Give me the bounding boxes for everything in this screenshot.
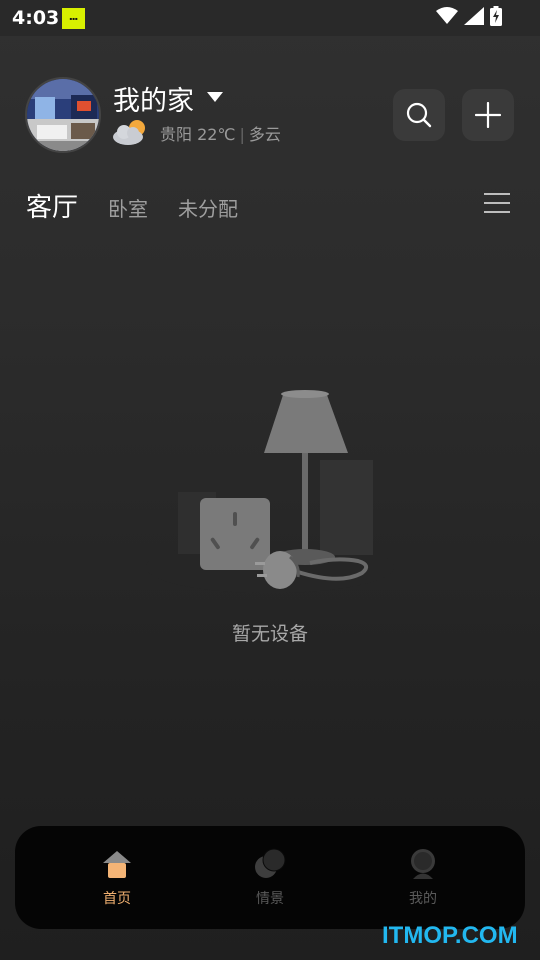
home-avatar[interactable] [25,77,101,153]
tab-living-room[interactable]: 客厅 [26,187,78,224]
notification-app-icon: ▪▪▪ [62,8,85,29]
nav-scene[interactable]: 情景 [230,848,310,908]
search-icon [406,102,432,128]
tab-bedroom[interactable]: 卧室 [108,193,148,222]
bottom-nav: 首页 情景 我的 [15,826,525,929]
status-icons [436,6,502,26]
home-name[interactable]: 我的家 [113,79,194,118]
home-icon [103,851,131,878]
empty-state-message: 暂无设备 [231,623,308,645]
no-device-illustration [146,390,394,593]
room-tabs: 客厅 卧室 未分配 [26,187,268,224]
weather-condition: 多云 [248,125,281,144]
app-screen: 4:03 ▪▪▪ 我的家 贵阳 22℃ | 多云 客厅 卧室 未分配 暂无设备 … [0,0,540,960]
profile-icon [411,849,435,879]
plus-icon [475,102,501,128]
add-device-button[interactable] [462,89,514,141]
partly-cloudy-icon [113,120,145,145]
room-menu-icon[interactable] [483,191,511,215]
battery-charging-icon [490,6,502,26]
wifi-icon [436,7,458,24]
status-bar: 4:03 ▪▪▪ [0,0,540,36]
nav-home[interactable]: 首页 [77,848,157,908]
nav-mine[interactable]: 我的 [383,848,463,908]
status-time: 4:03 [12,7,60,29]
tab-unassigned[interactable]: 未分配 [178,193,238,222]
home-photo [27,79,99,151]
nav-home-label: 首页 [103,891,131,907]
home-dropdown-icon[interactable] [207,92,223,102]
nav-mine-label: 我的 [409,891,437,907]
weather-info: 贵阳 22℃ | 多云 [160,121,281,145]
search-button[interactable] [393,89,445,141]
weather-separator: | [239,125,245,144]
weather-temperature: 22℃ [197,125,236,144]
nav-scene-label: 情景 [256,891,284,907]
weather-city: 贵阳 [160,125,193,144]
signal-icon [464,7,484,25]
site-watermark: ITMOP.COM [382,922,518,949]
scene-icon [255,848,286,878]
